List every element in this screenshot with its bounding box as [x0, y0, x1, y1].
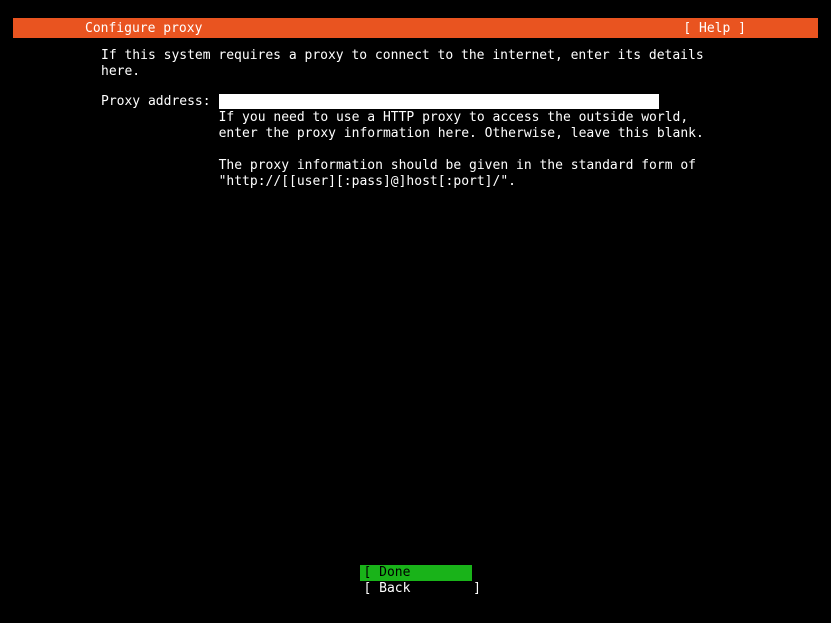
- intro-text: If this system requires a proxy to conne…: [101, 48, 730, 80]
- proxy-help-text: If you need to use a HTTP proxy to acces…: [219, 110, 730, 190]
- back-button[interactable]: [ Back ]: [360, 581, 472, 597]
- help-button[interactable]: [ Help ]: [683, 21, 818, 36]
- proxy-address-label: Proxy address:: [101, 94, 211, 110]
- proxy-address-input[interactable]: [219, 94, 659, 109]
- proxy-field-column: If you need to use a HTTP proxy to acces…: [219, 94, 730, 190]
- done-button[interactable]: [ Done ]: [360, 565, 472, 581]
- header-bar: Configure proxy [ Help ]: [13, 18, 818, 38]
- footer-buttons: [ Done ] [ Back ]: [13, 565, 818, 597]
- page-title: Configure proxy: [13, 21, 202, 36]
- content-area: If this system requires a proxy to conne…: [13, 38, 818, 605]
- proxy-form-row: Proxy address: If you need to use a HTTP…: [101, 94, 730, 190]
